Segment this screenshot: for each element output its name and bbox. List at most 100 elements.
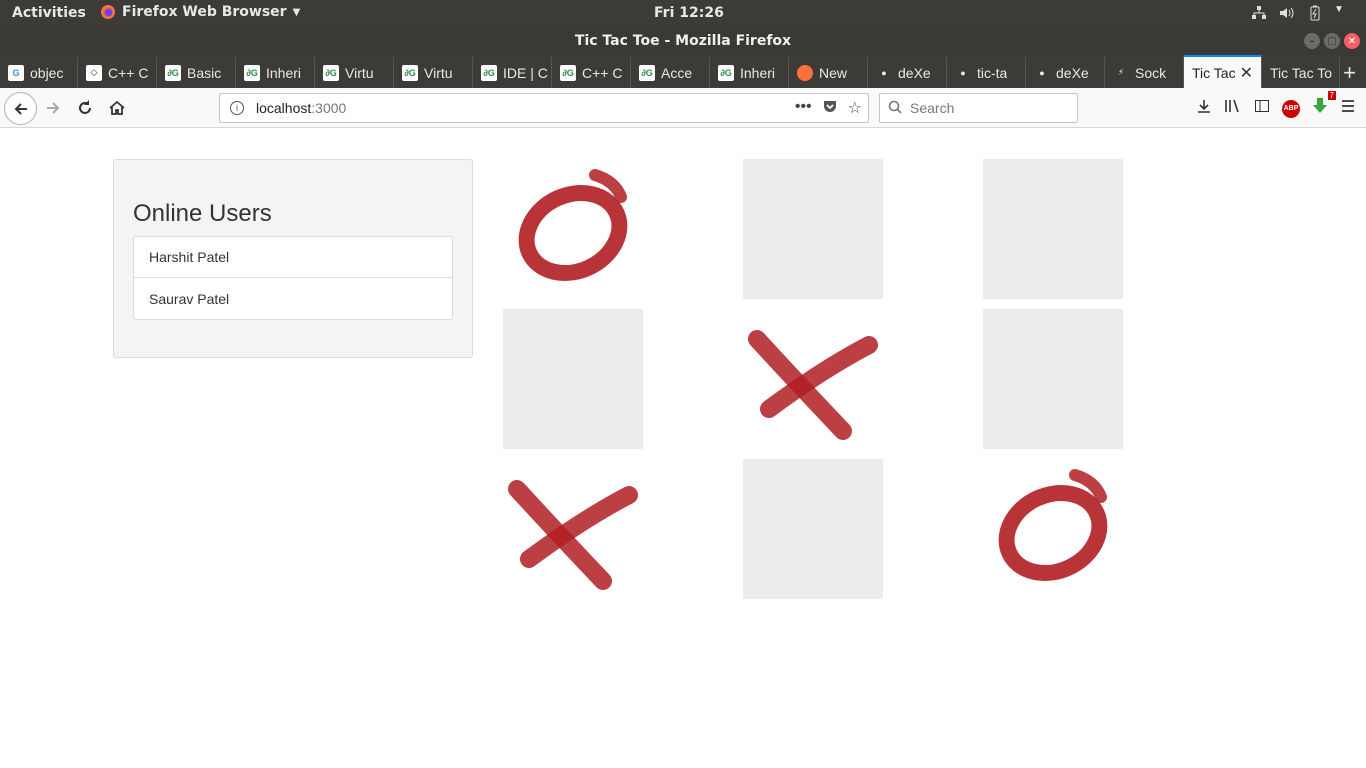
tab-label: objec (30, 64, 64, 81)
pocket-icon[interactable] (822, 98, 838, 119)
minimize-button[interactable]: – (1304, 33, 1320, 49)
x-mark-icon (748, 330, 878, 440)
online-users-panel: Online Users Harshit Patel Saurav Patel (113, 159, 473, 358)
board-cell[interactable] (743, 459, 883, 599)
user-list-item[interactable]: Saurav Patel (134, 278, 452, 319)
forward-button[interactable] (38, 94, 68, 122)
home-icon (109, 100, 125, 115)
url-bar[interactable]: i localhost:3000 ••• ☆ (219, 93, 869, 123)
app-menu-label: Firefox Web Browser (122, 4, 287, 20)
search-bar[interactable]: Search (879, 93, 1078, 123)
geeksforgeeks-icon: ∂G (402, 64, 418, 81)
tab-label: Basic (187, 64, 222, 81)
browser-tab[interactable]: New (789, 57, 868, 88)
board-cell[interactable] (743, 309, 883, 449)
browser-tab[interactable]: ∂G C++ C (552, 57, 631, 88)
user-list-item[interactable]: Harshit Patel (134, 237, 452, 278)
tab-label: C++ C (108, 64, 149, 81)
bookmark-star-icon[interactable]: ☆ (848, 98, 862, 119)
o-mark-icon (998, 469, 1108, 581)
close-window-button[interactable]: ✕ (1344, 33, 1360, 49)
adblock-plus-icon[interactable]: ABP (1282, 99, 1300, 118)
browser-tab[interactable]: ∂G Inheri (236, 57, 315, 88)
activities-button[interactable]: Activities (12, 5, 86, 21)
tab-label: IDE | C (503, 64, 548, 81)
tab-label: C++ C (582, 64, 623, 81)
library-icon[interactable] (1224, 98, 1242, 119)
navigation-toolbar: i localhost:3000 ••• ☆ Search ABP 7 (0, 88, 1366, 128)
new-tab-plus-icon[interactable]: + (1343, 60, 1356, 86)
maximize-button[interactable]: □ (1324, 33, 1340, 49)
network-icon[interactable] (1250, 4, 1268, 22)
tab-label: Tic Tac (1192, 64, 1236, 81)
download-helper-icon[interactable]: 7 (1312, 91, 1336, 120)
board-cell[interactable] (743, 159, 883, 299)
board-cell[interactable] (983, 309, 1123, 449)
download-helper-badge: 7 (1327, 91, 1336, 100)
browser-tab[interactable]: ● tic-ta (947, 57, 1026, 88)
back-button[interactable] (4, 92, 37, 125)
browser-tab[interactable]: ● deXe (868, 57, 947, 88)
browser-tab[interactable]: ∂G Virtu (394, 57, 473, 88)
board-cell[interactable] (983, 459, 1123, 599)
online-users-title: Online Users (133, 200, 272, 227)
page-actions-icon[interactable]: ••• (795, 98, 812, 119)
reload-icon (79, 100, 91, 114)
cpp-icon: ◇ (86, 64, 102, 81)
tab-label: Sock (1135, 64, 1167, 81)
geeksforgeeks-icon: ∂G (481, 64, 497, 81)
browser-tab[interactable]: Gobjec (0, 57, 78, 88)
search-input[interactable]: Search (910, 100, 954, 116)
downloads-icon[interactable] (1196, 98, 1212, 119)
browser-tab[interactable]: Tic Tac ✕ (1184, 55, 1262, 88)
board-cell[interactable] (983, 159, 1123, 299)
system-tray[interactable]: ▼ (1250, 4, 1352, 22)
volume-icon[interactable] (1278, 4, 1296, 22)
system-menu-chevron-icon[interactable]: ▼ (1334, 4, 1352, 22)
tab-label: tic-ta (977, 64, 1008, 81)
github-icon: ● (876, 64, 892, 81)
system-top-bar: Activities Firefox Web Browser ▼ Fri 12:… (0, 0, 1366, 27)
hamburger-menu-icon[interactable] (1340, 98, 1356, 119)
tab-label: Inheri (266, 64, 302, 81)
browser-tab[interactable]: ⚡ Sock (1105, 57, 1184, 88)
github-icon: ● (955, 64, 971, 81)
board-cell[interactable] (503, 459, 643, 599)
tab-label: Inheri (740, 64, 776, 81)
tab-label: Acce (661, 64, 693, 81)
browser-tab[interactable]: ∂G IDE | C (473, 57, 552, 88)
board-cell[interactable] (503, 309, 643, 449)
reload-button[interactable] (70, 94, 100, 122)
arrow-left-icon (14, 102, 27, 115)
x-mark-icon (508, 480, 638, 590)
board-cell[interactable] (503, 159, 643, 299)
geeksforgeeks-icon: ∂G (244, 64, 260, 81)
home-button[interactable] (102, 94, 132, 122)
url-port: :3000 (311, 100, 347, 116)
app-menu[interactable]: Firefox Web Browser ▼ (100, 4, 300, 20)
geeksforgeeks-icon: ∂G (165, 64, 181, 81)
site-info-icon[interactable]: i (230, 101, 244, 115)
battery-icon[interactable] (1306, 4, 1324, 22)
browser-tab[interactable]: ∂G Acce (631, 57, 710, 88)
window-title-bar: Tic Tac Toe - Mozilla Firefox – □ ✕ (0, 27, 1366, 55)
geeksforgeeks-icon: ∂G (560, 64, 576, 81)
tab-label: deXe (1056, 64, 1089, 81)
browser-tab[interactable]: ∂G Inheri (710, 57, 789, 88)
geeksforgeeks-icon: ∂G (323, 64, 339, 81)
search-icon (888, 100, 902, 117)
online-users-list: Harshit Patel Saurav Patel (133, 236, 453, 320)
url-text[interactable]: localhost:3000 (256, 100, 346, 116)
geeksforgeeks-icon: ∂G (639, 64, 655, 81)
browser-tab[interactable]: ∂G Virtu (315, 57, 394, 88)
firefox-icon (797, 64, 813, 81)
sidebar-icon[interactable] (1254, 98, 1270, 119)
browser-tab[interactable]: ● deXe (1026, 57, 1105, 88)
browser-tab[interactable]: ∂G Basic (157, 57, 236, 88)
github-icon: ● (1034, 64, 1050, 81)
close-tab-icon[interactable]: ✕ (1240, 63, 1253, 83)
browser-tab[interactable]: ◇ C++ C (78, 57, 157, 88)
browser-tab[interactable]: Tic Tac To (1262, 57, 1340, 88)
geeksforgeeks-icon: ∂G (718, 64, 734, 81)
clock[interactable]: Fri 12:26 (654, 5, 724, 21)
